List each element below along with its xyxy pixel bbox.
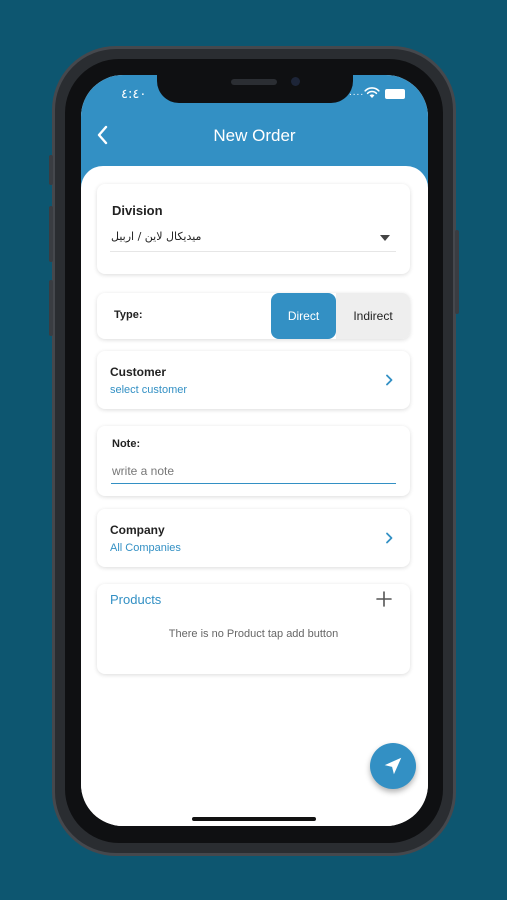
products-card: Products There is no Product tap add but… xyxy=(97,584,410,674)
customer-selector[interactable]: Customer select customer xyxy=(97,351,410,409)
submit-order-button[interactable] xyxy=(370,743,416,789)
customer-label: Customer xyxy=(110,365,167,379)
volume-up-button xyxy=(49,206,53,262)
type-card: Type: Direct Indirect xyxy=(97,293,410,339)
mute-switch xyxy=(49,155,53,185)
company-label: Company xyxy=(110,523,165,537)
note-card: Note: write a note xyxy=(97,426,410,496)
volume-down-button xyxy=(49,280,53,336)
products-empty-text: There is no Product tap add button xyxy=(168,628,339,640)
camera-notch xyxy=(157,75,353,103)
front-camera xyxy=(291,77,300,86)
note-placeholder: write a note xyxy=(112,464,175,478)
note-input[interactable]: write a note xyxy=(111,456,396,484)
caret-down-icon xyxy=(380,235,390,241)
company-selector[interactable]: Company All Companies xyxy=(97,509,410,567)
power-button xyxy=(455,230,459,314)
customer-placeholder: select customer xyxy=(110,384,188,396)
battery-icon xyxy=(385,89,405,99)
chevron-right-icon xyxy=(386,374,393,386)
chevron-right-icon xyxy=(386,532,393,544)
wifi-icon xyxy=(364,87,380,98)
division-card: Division ميديكال لاين / اربيل xyxy=(97,184,410,274)
status-time: ٤:٤٠ xyxy=(121,87,147,102)
division-label: Division xyxy=(112,203,163,218)
type-label: Type: xyxy=(114,309,143,321)
speaker-grille xyxy=(231,79,277,85)
products-label: Products xyxy=(110,592,162,607)
division-select[interactable]: ميديكال لاين / اربيل xyxy=(110,224,396,252)
company-value: All Companies xyxy=(110,542,181,554)
app-screen: ٤:٤٠ .... New Order Division ميديكال لاي… xyxy=(81,75,428,826)
type-direct-option[interactable]: Direct xyxy=(271,293,336,339)
navigation-arrow-icon xyxy=(384,757,402,775)
page-title: New Order xyxy=(213,126,296,145)
type-indirect-option[interactable]: Indirect xyxy=(336,293,410,339)
note-label: Note: xyxy=(112,438,141,450)
form-container: Division ميديكال لاين / اربيل Type: Dire… xyxy=(81,166,428,826)
home-indicator xyxy=(192,817,316,821)
add-product-icon[interactable] xyxy=(376,591,392,607)
division-value: ميديكال لاين / اربيل xyxy=(111,230,202,243)
